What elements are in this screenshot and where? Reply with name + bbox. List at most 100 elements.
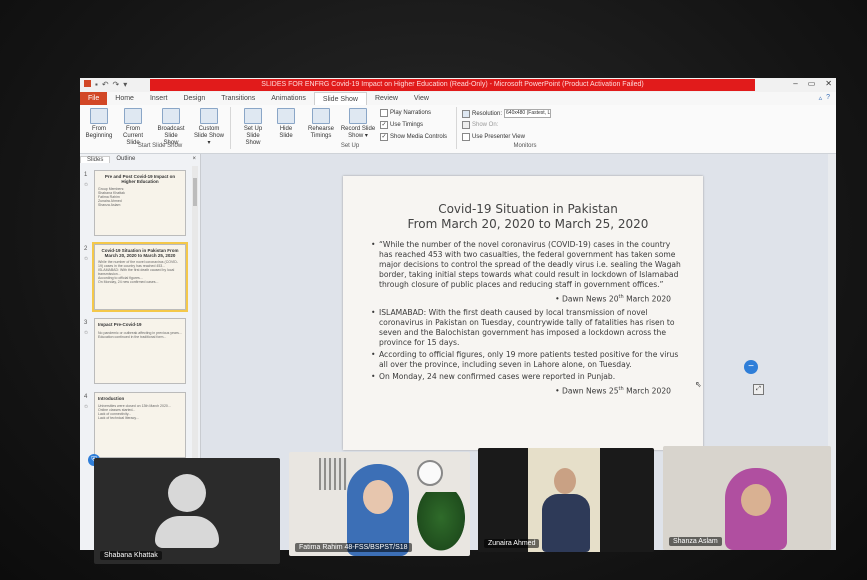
- thumbnail-line: ISLAMABAD: With the first death caused b…: [98, 268, 175, 276]
- checkmark-icon: ✓: [380, 121, 388, 129]
- use-timings-label: Use Timings: [390, 122, 424, 128]
- group-divider: [230, 107, 231, 149]
- person-face: [741, 484, 771, 516]
- show-media-controls-label: Show Media Controls: [390, 134, 448, 140]
- slide-thumbnail-4[interactable]: 4 ✩ Introduction Universities were close…: [82, 392, 192, 462]
- thumbnail-title: Introduction: [98, 396, 125, 401]
- ribbon: From Beginning From Current Slide Broadc…: [80, 105, 836, 154]
- checkmark-icon: ✓: [380, 133, 388, 141]
- plant-decor: [413, 492, 469, 556]
- tab-animations[interactable]: Animations: [263, 92, 314, 105]
- participant-tile[interactable]: Fatima Rahim 48-FSS/BSPST/S18: [289, 452, 470, 556]
- redo-icon[interactable]: ↷: [113, 80, 120, 89]
- close-pane-icon[interactable]: ×: [192, 156, 196, 162]
- maximize-button[interactable]: ▭: [808, 79, 816, 88]
- window-title: SLIDES FOR ENFRG Covid-19 Impact on High…: [150, 79, 755, 91]
- thumbnail-line: Education continued in the traditional f…: [98, 335, 167, 339]
- from-current-slide-button[interactable]: From Current Slide: [118, 108, 148, 147]
- set-up-slide-show-button[interactable]: Set Up Slide Show: [238, 108, 268, 147]
- current-slide[interactable]: Covid-19 Situation in Pakistan From Marc…: [343, 176, 703, 450]
- minimize-button[interactable]: –: [793, 79, 797, 88]
- slide-number: 1: [84, 172, 88, 178]
- tab-review[interactable]: Review: [367, 92, 406, 105]
- from-beginning-label: From Beginning: [85, 126, 113, 139]
- tab-insert[interactable]: Insert: [142, 92, 176, 105]
- thumbnail-line: Shanza Aslam: [98, 203, 121, 207]
- rehearse-label: Rehearse Timings: [307, 126, 334, 139]
- undo-icon[interactable]: ↶: [102, 80, 109, 89]
- participant-name: Fatima Rahim 48-FSS/BSPST/S18: [295, 543, 412, 552]
- expand-gallery-icon[interactable]: −: [744, 360, 758, 374]
- hide-slide-label: Hide Slide: [279, 126, 293, 139]
- broadcast-icon: [162, 108, 180, 124]
- slide-title: Covid-19 Situation in Pakistan: [438, 202, 618, 216]
- slide-thumbnail-1[interactable]: 1 ✩ Pre and Post Covid-19 Impact on High…: [82, 170, 192, 240]
- thumbnail-preview: Impact Pre-Covid-19 No pandemic or outbr…: [94, 318, 186, 384]
- resolution-dropdown[interactable]: 640x480 (Fastest, Lowe...: [504, 109, 552, 118]
- title-bar: ▪ ↶ ↷ ▾ SLIDES FOR ENFRG Covid-19 Impact…: [80, 78, 836, 92]
- person-face: [363, 480, 393, 514]
- setup-label: Set Up Slide Show: [243, 126, 263, 146]
- wall-clock: [417, 460, 443, 486]
- source-date: March 2020: [623, 294, 671, 304]
- slide-number: 3: [84, 320, 88, 326]
- play-narrations-checkbox[interactable]: Play Narrations: [380, 109, 431, 117]
- slide-thumbnail-3[interactable]: 3 ✩ Impact Pre-Covid-19 No pandemic or o…: [82, 318, 192, 388]
- customize-icon[interactable]: ▾: [123, 80, 127, 89]
- custom-slide-show-button[interactable]: Custom Slide Show ▾: [192, 108, 226, 147]
- wall-grid-decor: [319, 458, 347, 490]
- animation-star-icon: ✩: [84, 256, 89, 262]
- participant-tile[interactable]: Zunaira Ahmed: [478, 448, 654, 552]
- save-icon[interactable]: ▪: [95, 80, 98, 89]
- start-slide-show-group-label: Start Slide Show: [137, 143, 183, 149]
- tab-slide-show[interactable]: Slide Show: [313, 91, 367, 106]
- record-label: Record Slide Show ▾: [340, 126, 376, 139]
- thumbnail-preview: Pre and Post Covid-19 Impact on Higher E…: [94, 170, 186, 236]
- thumbnail-title: Pre and Post Covid-19 Impact on Higher E…: [104, 174, 176, 184]
- resolution-icon: [462, 109, 470, 118]
- slide-number: 2: [84, 246, 88, 252]
- thumbnail-preview-selected: Covid-19 Situation in Pakistan From Marc…: [92, 242, 188, 312]
- source-text: • Dawn News 20: [555, 294, 619, 304]
- tab-outline[interactable]: Outline: [110, 156, 141, 162]
- slides-pane-tabs: Slides Outline ×: [80, 154, 200, 164]
- scrollbar-thumb[interactable]: [193, 178, 197, 206]
- show-on-control: Show On:: [462, 121, 498, 129]
- slide-bullet: “While the number of the novel coronavir…: [371, 240, 685, 290]
- thumbnail-line: On Monday, 24 new confirmed cases...: [98, 280, 159, 284]
- from-beginning-button[interactable]: From Beginning: [84, 108, 114, 140]
- play-narrations-label: Play Narrations: [390, 110, 432, 116]
- resolution-control: Resolution:640x480 (Fastest, Lowe...: [462, 109, 552, 118]
- presenter-view-label: Use Presenter View: [472, 134, 525, 140]
- tab-view[interactable]: View: [406, 92, 437, 105]
- show-media-controls-checkbox[interactable]: ✓ Show Media Controls: [380, 133, 447, 141]
- minimize-ribbon-icon[interactable]: ▵: [819, 94, 823, 102]
- animation-star-icon: ✩: [84, 182, 89, 188]
- participant-tile[interactable]: Shanza Aslam: [663, 446, 831, 550]
- avatar-body: [155, 516, 219, 548]
- broadcast-slide-show-button[interactable]: Broadcast Slide Show: [156, 108, 186, 147]
- record-slide-show-button[interactable]: Record Slide Show ▾: [340, 108, 376, 140]
- thumbnail-line: While the number of the novel coronaviru…: [98, 260, 178, 268]
- rehearse-timings-button[interactable]: Rehearse Timings: [306, 108, 336, 140]
- fullscreen-icon[interactable]: ⤢: [753, 384, 764, 395]
- close-button[interactable]: ✕: [825, 79, 832, 88]
- use-presenter-view-checkbox[interactable]: Use Presenter View: [462, 133, 525, 141]
- tab-slides[interactable]: Slides: [80, 155, 111, 163]
- tab-home[interactable]: Home: [107, 92, 142, 105]
- hide-slide-icon: [277, 108, 295, 124]
- use-timings-checkbox[interactable]: ✓ Use Timings: [380, 121, 423, 129]
- thumbnail-preview: Introduction Universities were closed on…: [94, 392, 186, 458]
- checkbox-empty: [462, 133, 470, 141]
- slideshow-icon: [124, 108, 142, 124]
- tab-file[interactable]: File: [80, 92, 108, 105]
- tab-design[interactable]: Design: [175, 92, 213, 105]
- show-on-label: Show On:: [472, 122, 499, 128]
- tab-transitions[interactable]: Transitions: [213, 92, 263, 105]
- slideshow-icon: [90, 108, 108, 124]
- slide-thumbnail-2[interactable]: 2 ✩ Covid-19 Situation in Pakistan From …: [82, 242, 192, 314]
- participant-tile[interactable]: Shabana Khattak: [94, 458, 280, 564]
- help-icon[interactable]: ?: [826, 94, 830, 102]
- window-controls: – ▭ ✕: [793, 79, 832, 88]
- hide-slide-button[interactable]: Hide Slide: [274, 108, 298, 140]
